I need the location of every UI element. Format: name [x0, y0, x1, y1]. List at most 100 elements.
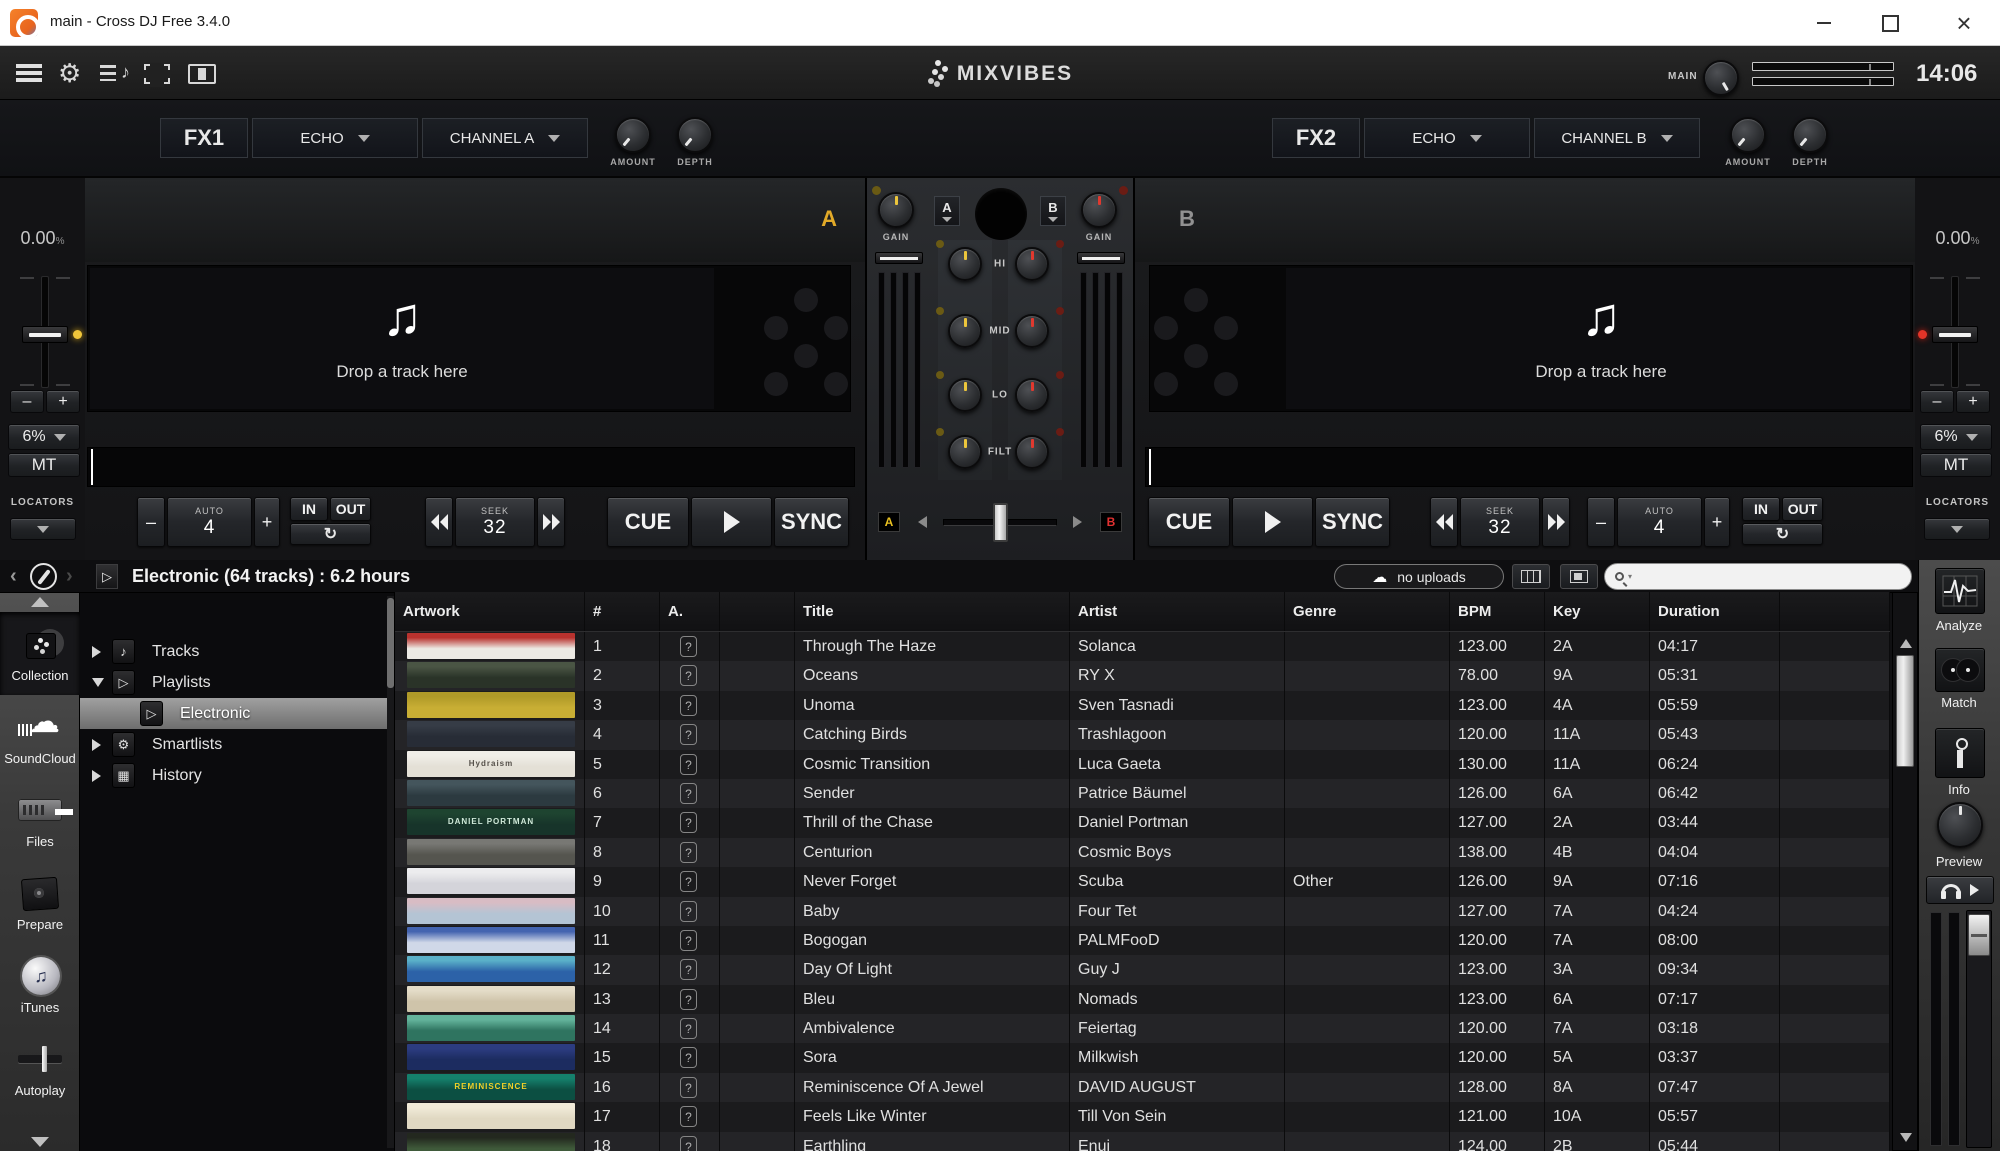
table-row[interactable]: 18?EarthlingEnui124.002B05:44 [395, 1132, 1890, 1151]
deck-b-loop-button[interactable]: ↻ [1742, 523, 1823, 545]
fx1-amount-knob[interactable] [615, 117, 651, 153]
tree-item-electronic[interactable]: ▷Electronic [80, 698, 394, 729]
deck-a-loop-out-button[interactable]: OUT [330, 497, 371, 521]
browse-knob[interactable] [975, 188, 1027, 240]
channel-b-trim[interactable] [1077, 252, 1125, 264]
deck-a-play-button[interactable] [691, 497, 772, 547]
table-row[interactable]: 2?OceansRY X78.009A05:31 [395, 661, 1890, 690]
minimize-button[interactable] [1802, 7, 1846, 39]
deck-b-pitch-minus-button[interactable]: – [1920, 390, 1954, 413]
menu-icon[interactable] [16, 64, 42, 82]
sidebar-item-collection[interactable]: Collection [0, 612, 80, 695]
table-row[interactable]: 8?CenturionCosmic Boys138.004B04:04 [395, 838, 1890, 867]
deck-b-loop-in-button[interactable]: IN [1742, 497, 1780, 521]
sidebar-item-itunes[interactable]: iTunes [0, 944, 80, 1027]
tree-item-tracks[interactable]: ♪Tracks [80, 636, 394, 667]
fx2-depth-knob[interactable] [1792, 117, 1828, 153]
deck-b-auto-loop-button[interactable]: AUTO4 [1617, 497, 1702, 547]
table-row[interactable]: 3?UnomaSven Tasnadi123.004A05:59 [395, 691, 1890, 720]
nav-back-icon[interactable]: ‹ [10, 565, 17, 588]
deck-a-seek-length[interactable]: SEEK32 [455, 497, 535, 547]
table-row[interactable]: REMINISCENCE16?Reminiscence Of A JewelDA… [395, 1073, 1890, 1102]
column-header-BPM[interactable]: BPM [1450, 592, 1545, 631]
sidebar-item-autoplay[interactable]: Autoplay [0, 1027, 80, 1110]
preview-volume-fader[interactable] [1968, 914, 1990, 956]
table-scrollbar-thumb[interactable] [1896, 655, 1914, 767]
deck-a-seek-back-button[interactable] [425, 497, 453, 547]
deck-a-cue-button[interactable]: CUE [607, 497, 689, 547]
channel-a-trim[interactable] [875, 252, 923, 264]
deck-a-loop-double-button[interactable]: + [254, 497, 280, 547]
filter-b-knob[interactable] [1015, 435, 1049, 469]
deck-b-pitch-range-select[interactable]: 6% [1920, 424, 1992, 450]
main-volume-knob[interactable] [1703, 60, 1739, 96]
sidebar-item-prepare[interactable]: Prepare [0, 861, 80, 944]
column-header-Title[interactable]: Title [795, 592, 1070, 631]
sidebar-scroll-down-icon[interactable] [31, 1137, 49, 1147]
playlist-queue-icon[interactable] [100, 64, 130, 84]
eq-mid-a-knob[interactable] [948, 314, 982, 348]
eq-lo-b-knob[interactable] [1015, 378, 1049, 412]
nav-forward-icon[interactable]: › [66, 565, 73, 588]
fx1-effect-select[interactable]: ECHO [252, 118, 418, 158]
collapse-arrow-icon[interactable] [92, 678, 104, 687]
gain-a-knob[interactable] [878, 192, 914, 228]
deck-a-master-tempo-button[interactable]: MT [8, 453, 80, 477]
fx2-effect-select[interactable]: ECHO [1364, 118, 1530, 158]
column-header-#[interactable]: # [585, 592, 660, 631]
preview-volume-track[interactable] [1966, 910, 1992, 1148]
maximize-button[interactable] [1868, 7, 1912, 39]
layout-view-button[interactable] [1560, 564, 1598, 589]
deck-b-sync-button[interactable]: SYNC [1315, 497, 1390, 547]
fx1-depth-knob[interactable] [677, 117, 713, 153]
fullscreen-icon[interactable] [144, 64, 170, 84]
deck-a-auto-loop-button[interactable]: AUTO4 [167, 497, 252, 547]
sampler-view-icon[interactable] [188, 64, 216, 84]
settings-gear-icon[interactable]: ⚙ [58, 58, 81, 89]
column-header-Duration[interactable]: Duration [1650, 592, 1780, 631]
column-header-spacer10[interactable] [1780, 592, 1890, 631]
fx2-amount-knob[interactable] [1730, 117, 1766, 153]
match-button[interactable] [1935, 648, 1985, 692]
fx2-channel-select[interactable]: CHANNEL B [1534, 118, 1700, 158]
table-row[interactable]: 17?Feels Like WinterTill Von Sein121.001… [395, 1102, 1890, 1131]
search-input[interactable] [1636, 569, 1886, 584]
column-header-Artist[interactable]: Artist [1070, 592, 1285, 631]
expand-arrow-icon[interactable] [92, 770, 101, 782]
table-row[interactable]: 6?SenderPatrice Bäumel126.006A06:42 [395, 779, 1890, 808]
scroll-down-icon[interactable] [1900, 1133, 1912, 1142]
deck-b-locators-dropdown[interactable] [1924, 518, 1990, 540]
browse-compass-icon[interactable] [30, 563, 57, 590]
deck-b-loop-half-button[interactable]: – [1587, 497, 1615, 547]
table-row[interactable]: 13?BleuNomads123.006A07:17 [395, 985, 1890, 1014]
table-row[interactable]: 14?AmbivalenceFeiertag120.007A03:18 [395, 1014, 1890, 1043]
table-view-button[interactable] [1512, 564, 1550, 589]
deck-a-drop-zone[interactable]: ♫ Drop a track here [87, 265, 851, 412]
column-header-Artwork[interactable]: Artwork [395, 592, 585, 631]
table-row[interactable]: DANIEL PORTMAN7?Thrill of the ChaseDanie… [395, 808, 1890, 837]
deck-a-pitch-plus-button[interactable]: + [46, 390, 80, 413]
table-row[interactable]: 12?Day Of LightGuy J123.003A09:34 [395, 955, 1890, 984]
table-row[interactable]: Hydraism5?Cosmic TransitionLuca Gaeta130… [395, 750, 1890, 779]
deck-b-cue-button[interactable]: CUE [1148, 497, 1230, 547]
upload-status-button[interactable]: ☁ no uploads [1334, 564, 1504, 589]
tree-item-playlists[interactable]: ▷Playlists [80, 667, 394, 698]
table-row[interactable]: 4?Catching BirdsTrashlagoon120.0011A05:4… [395, 720, 1890, 749]
deck-b-seek-back-button[interactable] [1430, 497, 1458, 547]
table-row[interactable]: 9?Never ForgetScubaOther126.009A07:16 [395, 867, 1890, 896]
eq-mid-b-knob[interactable] [1015, 314, 1049, 348]
table-row[interactable]: 10?BabyFour Tet127.007A04:24 [395, 897, 1890, 926]
deck-b-master-tempo-button[interactable]: MT [1920, 453, 1992, 477]
deck-a-pitch-range-select[interactable]: 6% [8, 424, 80, 450]
fx1-channel-select[interactable]: CHANNEL A [422, 118, 588, 158]
deck-b-pitch-plus-button[interactable]: + [1956, 390, 1990, 413]
expand-arrow-icon[interactable] [92, 739, 101, 751]
deck-b-source-select[interactable]: B [1040, 196, 1066, 226]
deck-a-loop-button[interactable]: ↻ [290, 523, 371, 545]
tree-scrollbar[interactable] [387, 596, 394, 1148]
deck-b-play-button[interactable] [1232, 497, 1313, 547]
deck-a-sync-button[interactable]: SYNC [774, 497, 849, 547]
table-row[interactable]: 15?SoraMilkwish120.005A03:37 [395, 1043, 1890, 1072]
eq-hi-b-knob[interactable] [1015, 247, 1049, 281]
column-header-A.[interactable]: A. [660, 592, 720, 631]
